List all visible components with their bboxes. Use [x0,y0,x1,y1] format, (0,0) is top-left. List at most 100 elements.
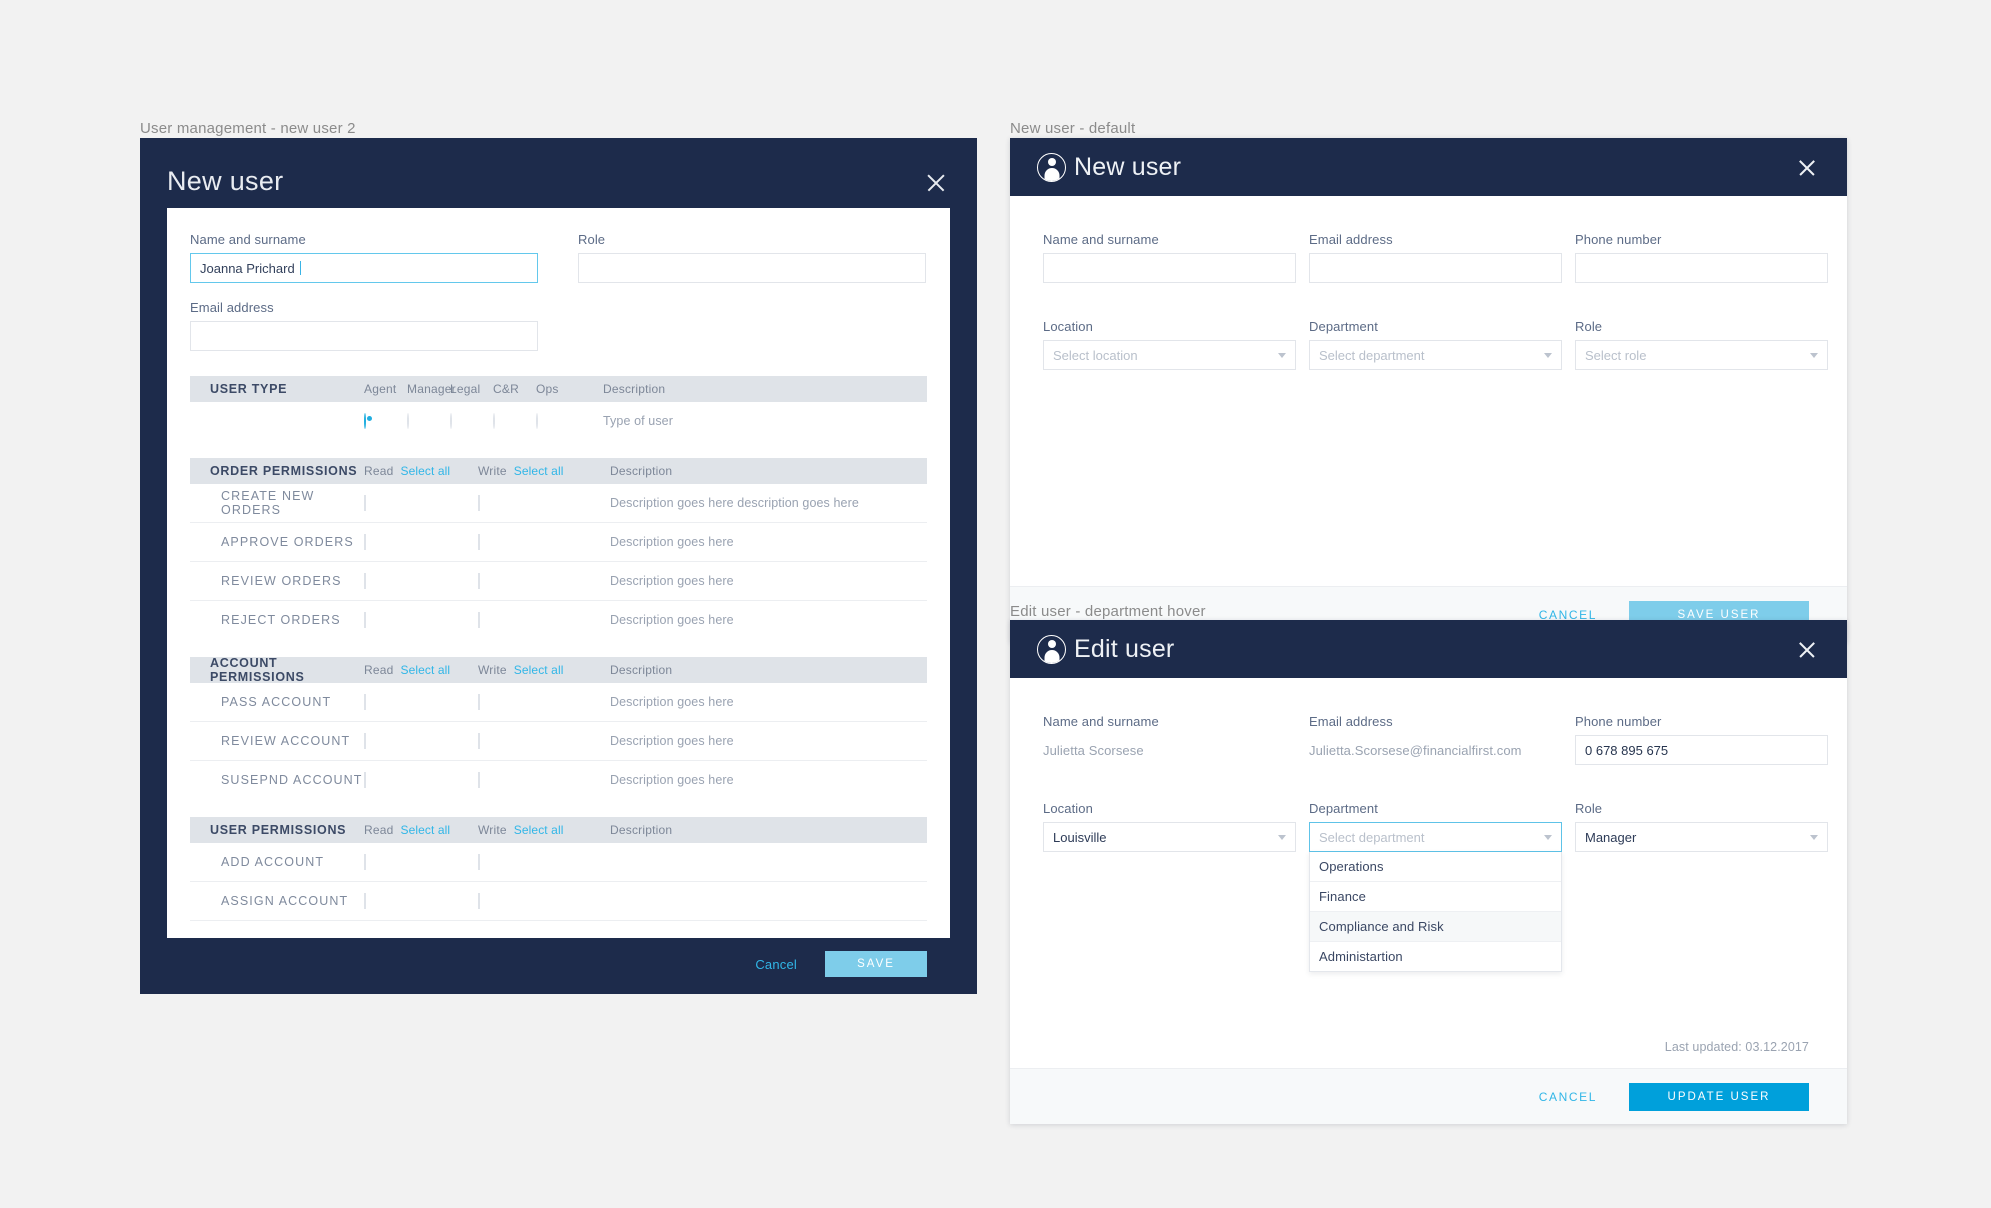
edit-user-dialog: Edit user Name and surname Julietta Scor… [1010,620,1847,1124]
user-type-row-desc: Type of user [603,414,673,428]
radio-cr[interactable] [493,413,495,429]
order-desc-header: Description [610,464,673,478]
phone-field-group: Phone number 0 678 895 675 [1575,714,1828,765]
user-type-columns: Agent Manager Legal C&R Ops [364,382,579,396]
row-description: Description goes here [610,535,734,549]
department-option-finance[interactable]: Finance [1310,882,1561,912]
department-select[interactable]: Select department [1309,822,1562,852]
user-desc-header: Description [610,823,673,837]
row-label: SUSEPND ACCOUNT [221,773,363,787]
role-input[interactable] [578,253,926,283]
user-type-col-legal: Legal [450,382,481,396]
read-checkbox[interactable] [364,854,366,870]
location-field-group: Location Select location [1043,319,1296,370]
role-field-group: Role Select role [1575,319,1828,370]
account-write-select-all[interactable]: Select all [514,663,564,677]
read-checkbox[interactable] [364,772,366,788]
department-option-administartion[interactable]: Administartion [1310,942,1561,971]
new-user-large-dialog: New user Name and surname Joanna Prichar… [140,138,977,994]
user-avatar-icon [1037,634,1066,664]
department-select[interactable]: Select department [1309,340,1562,370]
email-input[interactable] [190,321,538,351]
location-label: Location [1043,319,1093,334]
row-label: REVIEW ACCOUNT [221,734,351,748]
account-read-label: Read [364,663,394,677]
order-write-select-all[interactable]: Select all [514,464,564,478]
phone-input[interactable]: 0 678 895 675 [1575,735,1828,765]
row-label: ADD ACCOUNT [221,855,325,869]
user-read-select-all[interactable]: Select all [401,823,451,837]
order-read-select-all[interactable]: Select all [401,464,451,478]
table-row: ADD ACCOUNT [190,843,927,882]
department-option-compliance-and-risk[interactable]: Compliance and Risk [1310,912,1561,942]
write-checkbox[interactable] [478,772,480,788]
write-checkbox[interactable] [478,612,480,628]
read-checkbox[interactable] [364,534,366,550]
row-label: APPROVE ORDERS [221,535,354,549]
write-checkbox[interactable] [478,495,480,511]
account-read-group: Read Select all [364,663,478,677]
account-permissions-table: ACCOUNT PERMISSIONS Read Select all Writ… [190,656,927,799]
role-select[interactable]: Select role [1575,340,1828,370]
read-checkbox[interactable] [364,893,366,909]
phone-label: Phone number [1575,232,1662,247]
user-write-select-all[interactable]: Select all [514,823,564,837]
department-dropdown: Operations Finance Compliance and Risk A… [1309,852,1562,972]
write-cell [478,495,610,511]
name-input[interactable] [1043,253,1296,283]
user-permissions-header: USER PERMISSIONS [210,823,347,837]
radio-manager[interactable] [407,413,409,429]
save-button[interactable]: SAVE [825,951,927,977]
radio-ops[interactable] [536,413,538,429]
user-type-col-agent: Agent [364,382,397,396]
read-checkbox[interactable] [364,612,366,628]
role-select[interactable]: Manager [1575,822,1828,852]
read-checkbox[interactable] [364,694,366,710]
read-checkbox[interactable] [364,495,366,511]
read-checkbox[interactable] [364,733,366,749]
name-input[interactable]: Joanna Prichard [190,253,538,283]
close-icon[interactable] [1797,640,1817,660]
email-label: Email address [1309,714,1393,729]
phone-input[interactable] [1575,253,1828,283]
name-label: Name and surname [1043,714,1159,729]
write-checkbox[interactable] [478,893,480,909]
user-type-col-cr: C&R [493,382,519,396]
read-cell [364,733,478,749]
user-type-row: Type of user [190,402,927,440]
new-user-dialog-header: New user [1010,138,1847,196]
user-type-header: USER TYPE [210,382,288,396]
write-checkbox[interactable] [478,573,480,589]
account-read-select-all[interactable]: Select all [401,663,451,677]
cancel-button[interactable]: Cancel [755,957,797,972]
user-permissions-table: USER PERMISSIONS Read Select all Write S… [190,817,927,921]
write-cell [478,733,610,749]
row-description: Description goes here [610,695,734,709]
write-checkbox[interactable] [478,694,480,710]
write-checkbox[interactable] [478,854,480,870]
write-cell [478,534,610,550]
read-cell [364,495,478,511]
department-select-value: Select department [1319,347,1425,363]
read-cell [364,893,478,909]
role-label: Role [578,232,606,247]
location-select[interactable]: Select location [1043,340,1296,370]
read-checkbox[interactable] [364,573,366,589]
close-icon[interactable] [1797,158,1817,178]
radio-cell-agent [364,413,407,429]
cancel-button[interactable]: CANCEL [1539,1090,1597,1104]
close-icon[interactable] [925,172,947,194]
write-checkbox[interactable] [478,534,480,550]
row-label: REVIEW ORDERS [221,574,342,588]
update-user-button[interactable]: UPDATE USER [1629,1082,1809,1111]
table-row: REVIEW ACCOUNT Description goes here [190,722,927,761]
write-checkbox[interactable] [478,733,480,749]
row-description: Description goes here [610,574,734,588]
radio-legal[interactable] [450,413,452,429]
radio-agent[interactable] [364,413,366,429]
department-option-operations[interactable]: Operations [1310,852,1561,882]
read-cell [364,573,478,589]
email-input[interactable] [1309,253,1562,283]
location-select[interactable]: Louisville [1043,822,1296,852]
name-label: Name and surname [1043,232,1159,247]
